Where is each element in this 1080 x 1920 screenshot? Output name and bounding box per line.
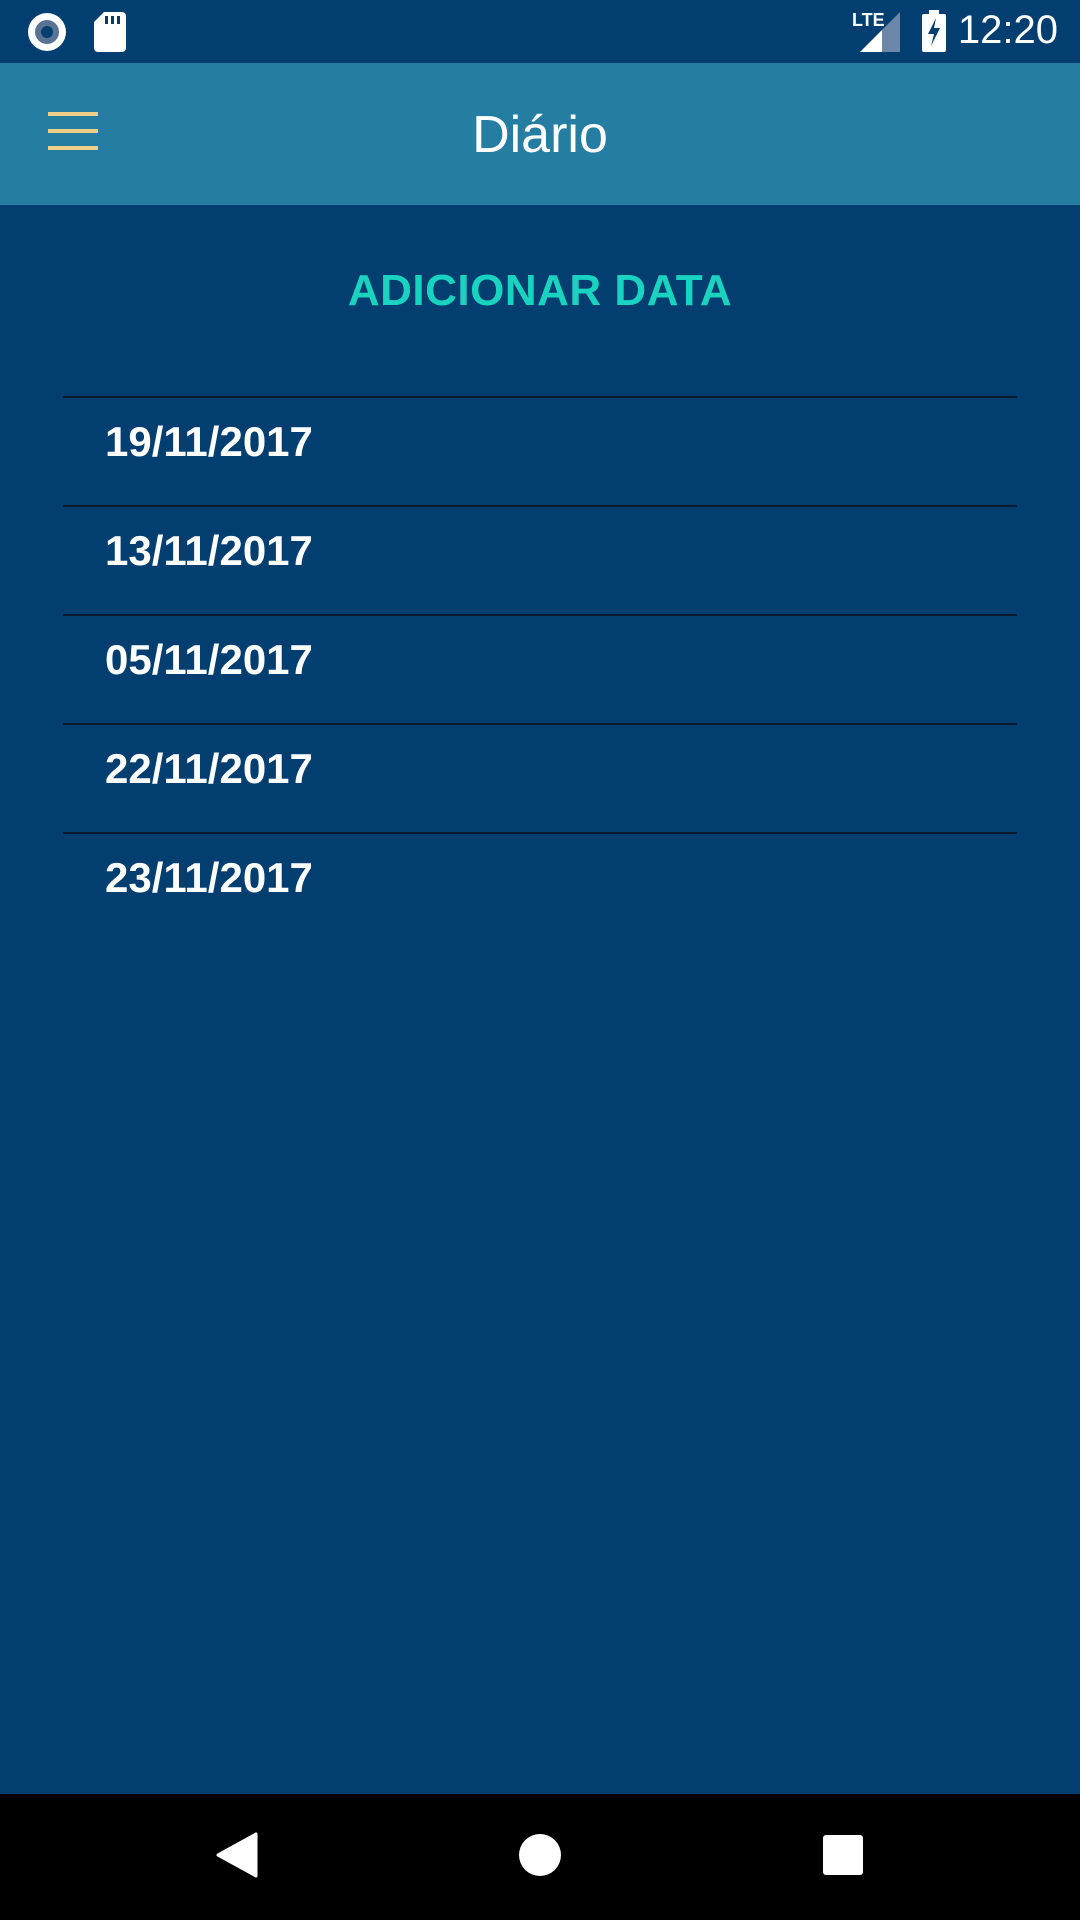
- list-item[interactable]: 22/11/2017: [63, 723, 1017, 832]
- add-date-button[interactable]: ADICIONAR DATA: [0, 266, 1080, 316]
- home-icon: [518, 1833, 562, 1882]
- recents-icon: [822, 1834, 864, 1881]
- list-item[interactable]: 19/11/2017: [63, 396, 1017, 505]
- back-button[interactable]: [204, 1824, 270, 1890]
- network-type-label: LTE: [852, 10, 885, 30]
- date-list: 19/11/2017 13/11/2017 05/11/2017 22/11/2…: [63, 396, 1017, 941]
- navigation-bar: [0, 1794, 1080, 1920]
- list-item[interactable]: 13/11/2017: [63, 505, 1017, 614]
- battery-charging-icon: [922, 10, 946, 57]
- date-label: 19/11/2017: [105, 418, 313, 465]
- app-bar: Diário: [0, 63, 1080, 205]
- list-item[interactable]: 23/11/2017: [63, 832, 1017, 941]
- clock: 12:20: [957, 8, 1058, 52]
- date-label: 13/11/2017: [105, 527, 313, 574]
- back-icon: [216, 1832, 258, 1883]
- recents-button[interactable]: [810, 1824, 876, 1890]
- radio-record-icon: [27, 12, 67, 57]
- date-label: 23/11/2017: [105, 854, 313, 901]
- date-label: 05/11/2017: [105, 636, 313, 683]
- date-label: 22/11/2017: [105, 745, 313, 792]
- status-bar: LTE 12:20: [0, 0, 1080, 63]
- home-button[interactable]: [507, 1824, 573, 1890]
- page-title: Diário: [472, 106, 608, 164]
- sd-card-icon: [94, 12, 126, 57]
- list-item[interactable]: 05/11/2017: [63, 614, 1017, 723]
